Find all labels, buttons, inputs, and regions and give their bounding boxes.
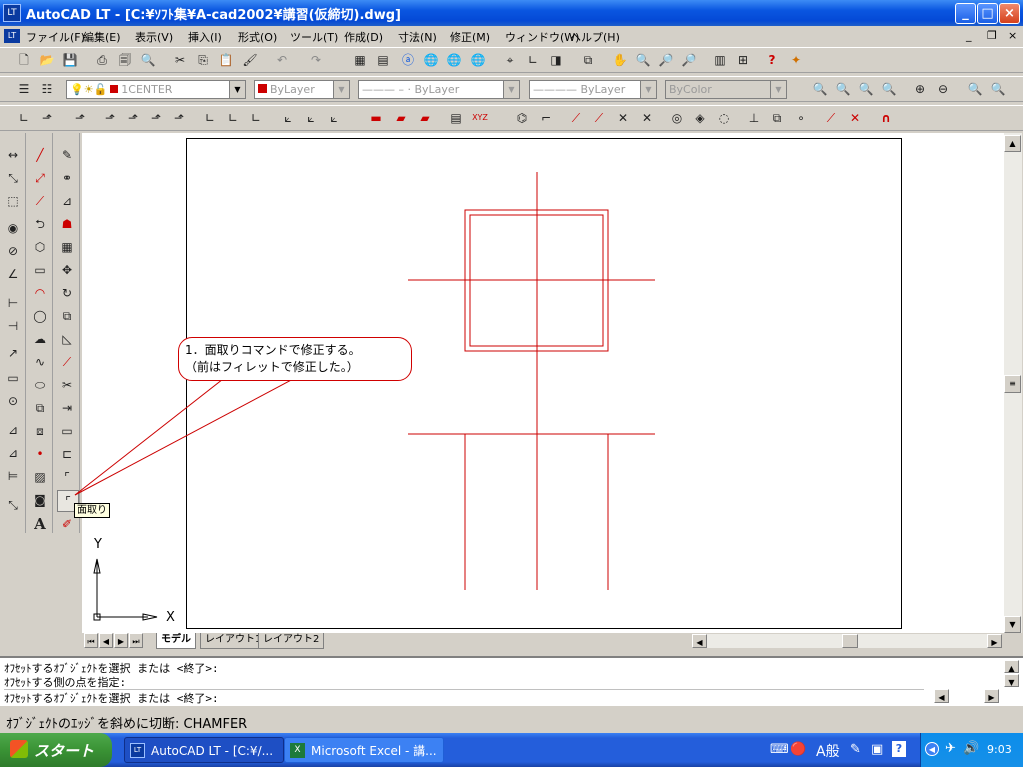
excel-icon: X [290, 743, 305, 758]
ucs-icon [93, 558, 158, 621]
scroll-up-icon[interactable]: ▲ [1004, 135, 1021, 152]
tab-layout2[interactable]: レイアウト2 [258, 633, 325, 649]
layout-tab-bar: ⏮ ◀ ▶ ⏭ モデル レイアウト1 レイアウト2 ◀ ▶ [82, 633, 1022, 649]
tab-model[interactable]: モデル [156, 633, 196, 649]
ucs-y-label: Y [94, 537, 102, 552]
callout-annotation: 1．面取りコマンドで修正する。 （前はフィレットで修正した。） [178, 337, 412, 381]
vertical-scrollbar[interactable]: ▲ ≡ ▼ [1004, 133, 1022, 633]
ime-icon[interactable]: 🔴 [790, 742, 806, 757]
cmd-scroll-up-icon[interactable]: ▲ [1004, 660, 1019, 673]
drawing-svg [74, 172, 655, 621]
ime-tools-icon[interactable]: ▣ [871, 742, 883, 757]
start-label: スタート [34, 742, 95, 760]
ime-pad-icon[interactable]: ✎ [850, 742, 861, 757]
task-autocad[interactable]: LT AutoCAD LT - [C:¥/... [124, 737, 284, 763]
callout-line-2: （前はフィレットで修正した。） [185, 360, 359, 374]
ucs-x-label: X [166, 610, 175, 625]
command-window[interactable]: ｵﾌｾｯﾄするｵﾌﾞｼﾞｪｸﾄを選択 または <終了>: ｵﾌｾｯﾄする側の点を… [0, 656, 1023, 706]
autocad-icon: LT [130, 743, 145, 758]
command-prompt-line[interactable]: ｵﾌｾｯﾄするｵﾌﾞｼﾞｪｸﾄを選択 または <終了>: [4, 689, 924, 706]
cmd-scroll-down-icon[interactable]: ▼ [1004, 674, 1019, 687]
command-history-line: ｵﾌｾｯﾄする側の点を指定: [4, 676, 127, 689]
status-text: ｵﾌﾞｼﾞｪｸﾄのｴｯｼﾞを斜めに切断: CHAMFER [6, 717, 248, 732]
keyboard-icon[interactable]: ⌨ [770, 742, 789, 757]
callout-leader-2 [74, 377, 296, 496]
clock[interactable]: 9:03 [987, 743, 1012, 756]
tray-expand-icon[interactable]: ◀ [925, 742, 939, 756]
task-excel-label: Microsoft Excel - 講... [311, 744, 437, 758]
start-button[interactable]: スタート [0, 733, 112, 767]
taskbar: スタート LT AutoCAD LT - [C:¥/... X Microsof… [0, 733, 1023, 767]
scroll-down-icon[interactable]: ▼ [1004, 616, 1021, 633]
cmd-scroll-right-icon[interactable]: ▶ [984, 689, 999, 703]
cmd-scroll-left-icon[interactable]: ◀ [934, 689, 949, 703]
callout-line-1: 1．面取りコマンドで修正する。 [185, 343, 361, 357]
task-autocad-label: AutoCAD LT - [C:¥/... [151, 744, 274, 758]
horizontal-scrollbar[interactable]: ◀ ▶ [692, 634, 1002, 648]
tray-volume-icon[interactable]: 🔊 [963, 741, 979, 756]
help-tray-icon[interactable]: ? [892, 741, 906, 757]
status-bar: ｵﾌﾞｼﾞｪｸﾄのｴｯｼﾞを斜めに切断: CHAMFER [0, 708, 1023, 733]
tab-layout1[interactable]: レイアウト1 [200, 633, 267, 649]
tray-network-icon[interactable]: ✈ [945, 741, 956, 756]
scroll-thumb[interactable]: ≡ [1004, 375, 1021, 393]
chamfer-tooltip: 面取り [74, 503, 110, 518]
system-tray: ◀ ✈ 🔊 9:03 [920, 733, 1023, 767]
h-scroll-thumb[interactable] [842, 634, 858, 648]
next-tab-icon[interactable]: ▶ [114, 633, 128, 648]
last-tab-icon[interactable]: ⏭ [129, 633, 143, 648]
first-tab-icon[interactable]: ⏮ [84, 633, 98, 648]
callout-leader-1 [74, 371, 233, 496]
scroll-right-icon[interactable]: ▶ [987, 634, 1002, 648]
windows-logo-icon [10, 740, 28, 758]
ime-mode[interactable]: A般 [816, 741, 840, 761]
task-excel[interactable]: X Microsoft Excel - 講... [284, 737, 444, 763]
scroll-left-icon[interactable]: ◀ [692, 634, 707, 648]
prev-tab-icon[interactable]: ◀ [99, 633, 113, 648]
